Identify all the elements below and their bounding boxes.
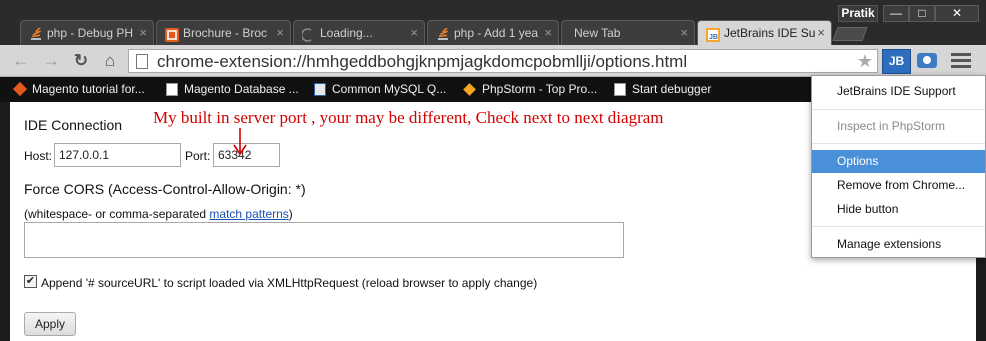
- phpstorm-icon: [463, 83, 476, 96]
- extension-context-menu: JetBrains IDE Support Inspect in PhpStor…: [811, 75, 986, 258]
- annotation-arrow-icon: [233, 128, 247, 156]
- host-label: Host:: [24, 149, 53, 163]
- maximize-button[interactable]: □: [909, 5, 935, 22]
- menu-item-hide-button[interactable]: Hide button: [812, 198, 985, 221]
- magento-icon: [165, 26, 179, 42]
- tab-label: Brochure - Broc: [183, 26, 268, 40]
- host-input[interactable]: 127.0.0.1: [54, 143, 181, 167]
- reload-icon[interactable]: ↻: [70, 51, 92, 71]
- tab-close-icon[interactable]: ×: [410, 21, 418, 45]
- jetbrains-extension-button[interactable]: JB: [882, 49, 911, 74]
- tab-jetbrains-ide-support[interactable]: JB JetBrains IDE Su ×: [697, 20, 832, 46]
- append-sourceurl-label: Append '# sourceURL' to script loaded vi…: [41, 276, 538, 290]
- tab-brochure[interactable]: Brochure - Broc ×: [156, 20, 291, 45]
- cors-patterns-textarea[interactable]: [24, 222, 624, 258]
- bookmark-phpstorm[interactable]: PhpStorm - Top Pro...: [462, 81, 597, 98]
- bookmark-magento-tutorial[interactable]: Magento tutorial for...: [12, 81, 145, 98]
- tab-new-tab[interactable]: New Tab ×: [561, 20, 695, 45]
- bookmark-label: Magento Database ...: [184, 82, 299, 96]
- ide-connection-heading: IDE Connection: [24, 117, 123, 133]
- minimize-button[interactable]: —: [883, 5, 909, 22]
- cors-hint-suffix: ): [288, 207, 293, 221]
- document-icon: [614, 83, 626, 96]
- loading-spinner-icon: [300, 26, 316, 42]
- chrome-menu-icon[interactable]: [951, 53, 971, 69]
- url-text: chrome-extension://hmhgeddbohgjknpmjagkd…: [157, 52, 688, 71]
- menu-item-options[interactable]: Options: [812, 150, 985, 173]
- bookmark-label: PhpStorm - Top Pro...: [482, 82, 598, 96]
- mysql-icon: [314, 83, 326, 96]
- force-cors-heading: Force CORS (Access-Control-Allow-Origin:…: [24, 181, 306, 197]
- tab-close-icon[interactable]: ×: [544, 21, 552, 45]
- camera-extension-icon[interactable]: [917, 53, 937, 68]
- title-bar: Pratik — □ ✕ php - Debug PH × Brochure -…: [0, 0, 986, 46]
- bookmark-common-mysql[interactable]: Common MySQL Q...: [312, 81, 446, 98]
- browser-toolbar: ← → ↻ ⌂ chrome-extension://hmhgeddbohgjk…: [0, 45, 986, 77]
- bookmark-start-debugger[interactable]: Start debugger: [612, 81, 711, 98]
- menu-item-remove-from-chrome[interactable]: Remove from Chrome...: [812, 174, 985, 197]
- jetbrains-icon: JB: [706, 26, 720, 42]
- tab-loading[interactable]: Loading... ×: [293, 20, 425, 45]
- menu-item-inspect-in-phpstorm: Inspect in PhpStorm: [837, 119, 946, 133]
- profile-button[interactable]: Pratik: [838, 5, 878, 22]
- page-icon: [136, 54, 148, 69]
- tab-close-icon[interactable]: ×: [276, 21, 284, 45]
- cors-hint: (whitespace- or comma-separated match pa…: [24, 207, 293, 221]
- home-icon[interactable]: ⌂: [99, 51, 121, 71]
- bookmark-magento-database[interactable]: Magento Database ...: [164, 81, 299, 98]
- new-tab-button[interactable]: [832, 27, 868, 41]
- back-icon[interactable]: ←: [10, 51, 32, 71]
- annotation-note: My built in server port , your may be di…: [153, 108, 664, 127]
- tab-label: JetBrains IDE Su: [724, 26, 816, 40]
- match-patterns-link[interactable]: match patterns: [209, 207, 288, 221]
- bookmark-label: Common MySQL Q...: [332, 82, 447, 96]
- tab-php-debug[interactable]: php - Debug PH ×: [20, 20, 154, 45]
- tab-close-icon[interactable]: ×: [139, 21, 147, 45]
- bookmark-label: Magento tutorial for...: [32, 82, 145, 96]
- menu-divider: [812, 109, 985, 110]
- forward-icon[interactable]: →: [40, 51, 62, 71]
- tab-label: php - Debug PH: [47, 26, 134, 40]
- menu-divider: [812, 226, 985, 227]
- tab-label: New Tab: [574, 26, 621, 40]
- stackoverflow-icon: [436, 26, 450, 40]
- document-icon: [166, 83, 178, 96]
- close-window-button[interactable]: ✕: [935, 5, 979, 22]
- tab-close-icon[interactable]: ×: [680, 21, 688, 45]
- address-bar[interactable]: chrome-extension://hmhgeddbohgjknpmjagkd…: [128, 49, 878, 73]
- bookmark-star-icon[interactable]: ★: [857, 50, 873, 72]
- menu-item-manage-extensions[interactable]: Manage extensions: [812, 233, 985, 256]
- tab-label: php - Add 1 yea: [454, 26, 539, 40]
- menu-item-jetbrains-ide-support[interactable]: JetBrains IDE Support: [812, 80, 985, 103]
- tab-close-icon[interactable]: ×: [817, 21, 825, 45]
- svg-text:JB: JB: [709, 34, 718, 41]
- stackoverflow-icon: [29, 26, 43, 40]
- tab-label: Loading...: [320, 26, 373, 40]
- menu-divider: [812, 143, 985, 144]
- tab-php-add[interactable]: php - Add 1 yea ×: [427, 20, 559, 45]
- cors-hint-prefix: (whitespace- or comma-separated: [24, 207, 210, 221]
- apply-button[interactable]: Apply: [24, 312, 77, 336]
- append-sourceurl-checkbox[interactable]: ✔: [24, 275, 37, 288]
- port-label: Port:: [185, 149, 211, 163]
- magento-icon: [12, 81, 28, 97]
- bookmark-label: Start debugger: [632, 82, 712, 96]
